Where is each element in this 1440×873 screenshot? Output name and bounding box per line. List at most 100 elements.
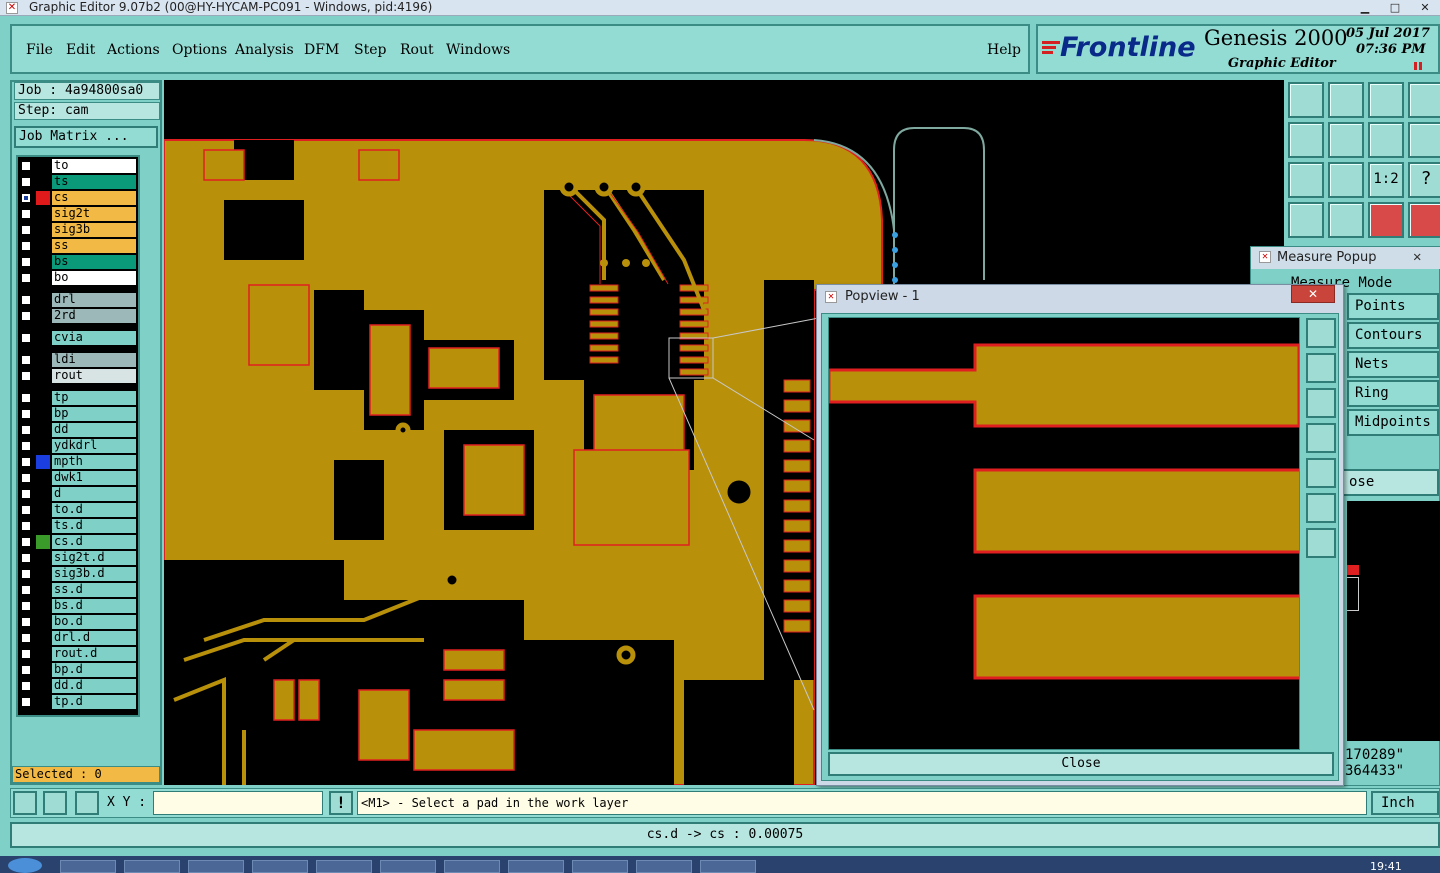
measure-contours-button[interactable]: Contours <box>1347 322 1439 349</box>
layer-name[interactable]: d <box>52 487 136 501</box>
layer-checkbox[interactable] <box>21 457 31 467</box>
xy-input[interactable] <box>153 791 323 815</box>
layer-name[interactable]: ldi <box>52 353 136 367</box>
layer-checkbox[interactable] <box>21 161 31 171</box>
pan-left-icon[interactable] <box>1288 122 1324 158</box>
layer-row[interactable]: sig2t <box>18 207 138 221</box>
layer-checkbox[interactable] <box>21 569 31 579</box>
layer-row[interactable]: sig2t.d <box>18 551 138 565</box>
layer-name[interactable]: bo <box>52 271 136 285</box>
layer-name[interactable]: ss.d <box>52 583 136 597</box>
layer-name[interactable]: bp.d <box>52 663 136 677</box>
layer-row[interactable]: ss.d <box>18 583 138 597</box>
layer-row[interactable]: tp <box>18 391 138 405</box>
pan-right-icon[interactable] <box>1328 122 1364 158</box>
layer-name[interactable]: dwk1 <box>52 471 136 485</box>
menu-step[interactable]: Step <box>354 42 386 58</box>
layer-checkbox[interactable] <box>21 333 31 343</box>
measure-ring-button[interactable]: Ring <box>1347 380 1439 407</box>
layer-name[interactable]: to <box>52 159 136 173</box>
taskbar-app-icon[interactable] <box>380 860 436 873</box>
layer-row[interactable]: bo <box>18 271 138 285</box>
layer-checkbox[interactable] <box>21 393 31 403</box>
layer-row[interactable]: bp <box>18 407 138 421</box>
layer-row[interactable]: rout.d <box>18 647 138 661</box>
layer-row[interactable]: bo.d <box>18 615 138 629</box>
layer-checkbox[interactable] <box>21 521 31 531</box>
layer-checkbox[interactable] <box>21 553 31 563</box>
layer-row[interactable]: d <box>18 487 138 501</box>
layer-name[interactable]: rout <box>52 369 136 383</box>
layer-checkbox[interactable] <box>21 273 31 283</box>
layer-row[interactable]: drl <box>18 293 138 307</box>
layer-checkbox[interactable] <box>21 633 31 643</box>
layer-checkbox[interactable] <box>21 311 31 321</box>
layer-checkbox[interactable] <box>21 585 31 595</box>
layer-name[interactable]: tp.d <box>52 695 136 709</box>
layer-checkbox[interactable] <box>21 697 31 707</box>
tool-icon[interactable] <box>1288 202 1324 238</box>
menu-actions[interactable]: Actions <box>107 42 160 58</box>
layer-checkbox[interactable] <box>21 241 31 251</box>
one-to-zero-icon[interactable] <box>1368 122 1404 158</box>
layer-name[interactable]: dd.d <box>52 679 136 693</box>
layer-name[interactable]: ts <box>52 175 136 189</box>
taskbar-app-icon[interactable] <box>124 860 180 873</box>
close-icon[interactable]: ✕ <box>1410 0 1440 15</box>
grid-snap-icon[interactable] <box>75 791 99 815</box>
taskbar-app-icon[interactable] <box>636 860 692 873</box>
popview-pan-left-icon[interactable] <box>1306 423 1336 453</box>
layer-row[interactable]: bs.d <box>18 599 138 613</box>
units-select[interactable]: Inch <box>1371 791 1439 815</box>
layer-checkbox[interactable] <box>21 209 31 219</box>
layer-name[interactable]: cs <box>52 191 136 205</box>
layer-checkbox[interactable] <box>21 225 31 235</box>
layer-row[interactable]: rout <box>18 369 138 383</box>
layer-row[interactable]: ts.d <box>18 519 138 533</box>
draw-angle-icon[interactable] <box>43 791 67 815</box>
menu-dfm[interactable]: DFM <box>304 42 339 58</box>
layer-name[interactable]: to.d <box>52 503 136 517</box>
layer-row[interactable]: ldi <box>18 353 138 367</box>
measure-net-icon[interactable] <box>1408 202 1440 238</box>
measure-close-icon[interactable]: ✕ <box>1413 249 1421 265</box>
zoom-fit-icon[interactable] <box>1288 162 1324 198</box>
taskbar-app-icon[interactable] <box>700 860 756 873</box>
measure-icon[interactable] <box>1368 202 1404 238</box>
popview-close-icon[interactable]: ✕ <box>1291 285 1335 303</box>
popview-zoom-in-icon[interactable] <box>1306 318 1336 348</box>
maximize-icon[interactable]: □ <box>1380 0 1410 15</box>
layer-row[interactable]: bp.d <box>18 663 138 677</box>
layer-row[interactable]: dd <box>18 423 138 437</box>
taskbar-app-icon[interactable] <box>572 860 628 873</box>
layer-checkbox[interactable] <box>21 489 31 499</box>
layer-name[interactable]: sig2t.d <box>52 551 136 565</box>
layer-name[interactable]: 2rd <box>52 309 136 323</box>
layer-name[interactable]: ydkdrl <box>52 439 136 453</box>
layer-row[interactable]: dwk1 <box>18 471 138 485</box>
layer-row[interactable]: cs <box>18 191 138 205</box>
layer-name[interactable]: bp <box>52 407 136 421</box>
layer-name[interactable]: ts.d <box>52 519 136 533</box>
layer-row[interactable]: to <box>18 159 138 173</box>
layer-checkbox[interactable] <box>21 257 31 267</box>
menu-file[interactable]: File <box>26 42 53 58</box>
layer-row[interactable]: ss <box>18 239 138 253</box>
layer-row[interactable]: bs <box>18 255 138 269</box>
measure-nets-button[interactable]: Nets <box>1347 351 1439 378</box>
measure-midpoints-button[interactable]: Midpoints <box>1347 409 1439 436</box>
layer-name[interactable]: bs <box>52 255 136 269</box>
taskbar-app-icon[interactable] <box>252 860 308 873</box>
start-icon[interactable] <box>8 858 42 873</box>
popview-pan-right-icon[interactable] <box>1306 458 1336 488</box>
layer-checkbox[interactable] <box>21 537 31 547</box>
layer-row[interactable]: 2rd <box>18 309 138 323</box>
measure-close-button[interactable]: ose <box>1341 469 1439 496</box>
layer-row[interactable]: dd.d <box>18 679 138 693</box>
layer-row[interactable]: ts <box>18 175 138 189</box>
layer-checkbox[interactable] <box>21 371 31 381</box>
popview-canvas[interactable] <box>827 317 1303 750</box>
layer-name[interactable]: drl <box>52 293 136 307</box>
layer-checkbox[interactable] <box>21 681 31 691</box>
taskbar-app-icon[interactable] <box>188 860 244 873</box>
